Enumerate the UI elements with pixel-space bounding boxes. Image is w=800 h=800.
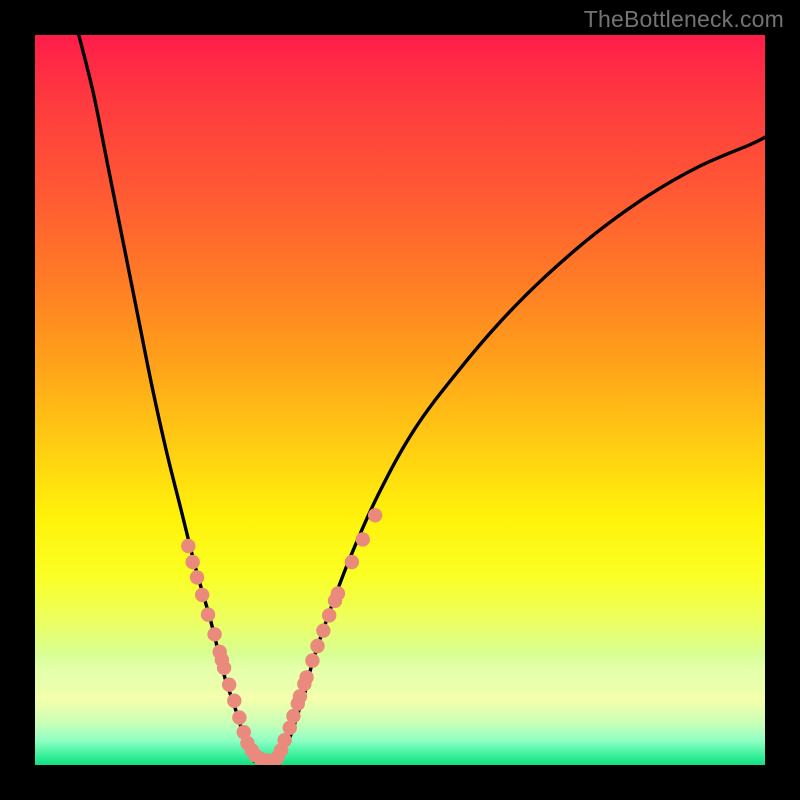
data-marker — [217, 661, 231, 675]
chart-frame: TheBottleneck.com — [0, 0, 800, 800]
data-marker — [286, 709, 300, 723]
data-marker — [201, 607, 215, 621]
data-marker — [190, 570, 204, 584]
plot-area — [35, 35, 765, 765]
data-marker — [277, 733, 291, 747]
data-marker — [345, 555, 359, 569]
curve-path — [79, 35, 254, 761]
data-marker — [316, 623, 330, 637]
data-marker — [299, 670, 313, 684]
data-marker — [227, 694, 241, 708]
data-marker — [322, 608, 336, 622]
data-marker — [232, 710, 246, 724]
data-marker — [305, 653, 319, 667]
data-marker — [356, 532, 370, 546]
curve-left — [79, 35, 254, 761]
data-marker — [293, 689, 307, 703]
data-marker — [368, 508, 382, 522]
data-marker — [310, 639, 324, 653]
watermark-text: TheBottleneck.com — [584, 6, 784, 33]
curve-path — [276, 137, 765, 761]
markers-left — [181, 539, 280, 765]
data-marker — [207, 627, 221, 641]
markers-right — [270, 508, 382, 765]
data-marker — [331, 586, 345, 600]
data-marker — [222, 678, 236, 692]
data-marker — [181, 539, 195, 553]
chart-svg — [35, 35, 765, 765]
data-marker — [195, 588, 209, 602]
data-marker — [185, 555, 199, 569]
curve-right — [276, 137, 765, 761]
